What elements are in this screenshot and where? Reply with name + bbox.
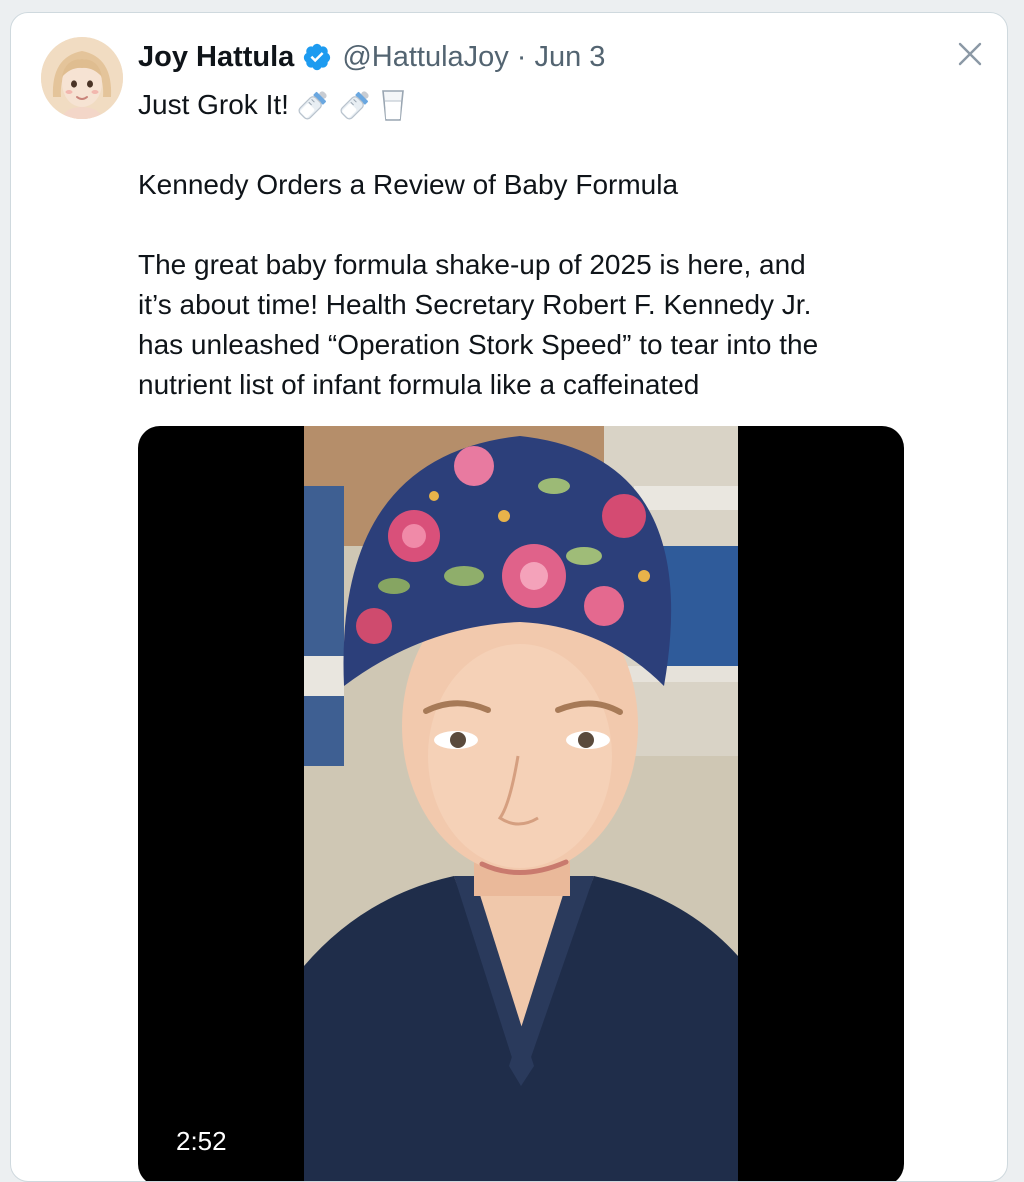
paragraph-break xyxy=(138,205,928,245)
paragraph-break xyxy=(138,125,928,165)
tweet-card: Joy Hattula @HattulaJoy · Jun 3 Just Gro… xyxy=(10,12,1008,1182)
video-still xyxy=(304,426,738,1181)
avatar[interactable] xyxy=(41,37,123,119)
close-icon[interactable] xyxy=(953,37,987,71)
verified-badge-icon xyxy=(302,42,332,72)
tweet-line-grok: Just Grok It! xyxy=(138,89,289,120)
tweet-body-line: has unleashed “Operation Stork Speed” to… xyxy=(138,329,819,360)
author-handle[interactable]: @HattulaJoy xyxy=(342,41,508,74)
tweet-text: Just Grok It! Kennedy Orders a Review of… xyxy=(138,85,928,405)
tweet-headline: Kennedy Orders a Review of Baby Formula xyxy=(138,169,679,200)
separator-dot: · xyxy=(516,40,527,73)
tweet-body-line: it’s about time! Health Secretary Robert… xyxy=(138,289,812,320)
tweet-body-line: The great baby formula shake-up of 2025 … xyxy=(138,249,806,280)
baby-bottle-icon xyxy=(337,87,373,123)
author-name[interactable]: Joy Hattula xyxy=(138,41,294,74)
tweet-body-line: nutrient list of infant formula like a c… xyxy=(138,369,700,400)
tweet-date[interactable]: Jun 3 xyxy=(534,41,605,74)
video-frame xyxy=(304,426,738,1181)
tweet-header: Joy Hattula @HattulaJoy · Jun 3 xyxy=(138,39,605,75)
avatar-illustration xyxy=(41,37,123,119)
tweet-first-line: Just Grok It! xyxy=(138,85,928,125)
video-duration: 2:52 xyxy=(176,1126,227,1156)
glass-of-milk-icon xyxy=(379,87,407,123)
baby-bottle-icon xyxy=(295,87,331,123)
video-player[interactable]: 2:52 xyxy=(138,426,904,1181)
